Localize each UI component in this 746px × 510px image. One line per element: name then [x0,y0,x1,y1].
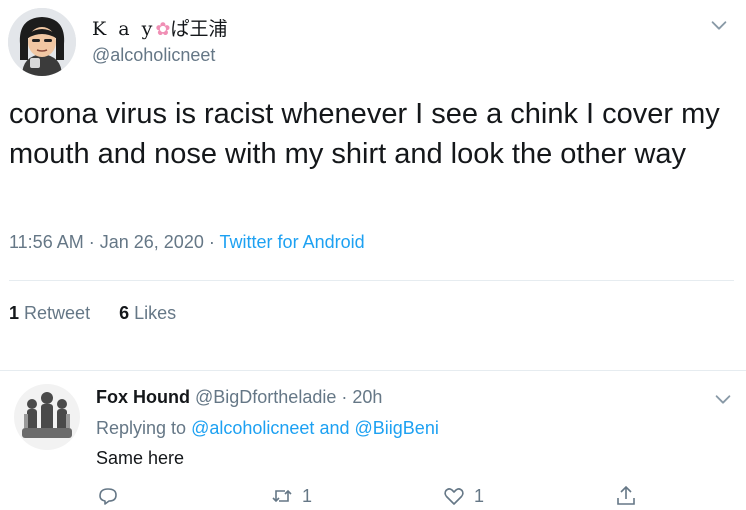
cherry-blossom-icon: ✿ [155,19,171,40]
chevron-down-icon[interactable] [712,388,734,410]
reply-author-handle[interactable]: @BigDfortheladie [195,387,336,407]
like-count: 1 [474,485,485,506]
author-display-name[interactable]: K a y✿ぱ王浦 [92,14,227,41]
replying-user-link[interactable]: @alcoholicneet [191,418,314,438]
reply-avatar-image [14,384,80,450]
author-avatar[interactable] [8,8,76,76]
meta-separator: · [341,387,348,407]
reply-icon [99,488,117,505]
author-avatar-image [8,8,76,76]
share-icon [617,485,635,505]
retweet-icon [272,489,292,503]
reply-avatar[interactable] [14,384,80,450]
author-handle[interactable]: @alcoholicneet [92,45,215,66]
tweet-source-link[interactable]: Twitter for Android [220,232,365,252]
reply-age[interactable]: 20h [352,387,382,407]
retweet-button[interactable]: 1 [270,482,312,510]
replying-to: Replying to @alcoholicneet and @BiigBeni [96,418,439,438]
tweet-meta: 11:56 AM · Jan 26, 2020 · Twitter for An… [9,232,365,253]
meta-separator: · [208,232,215,252]
likes-stat[interactable]: 6 Likes [119,303,176,323]
retweets-stat[interactable]: 1 Retweet [9,303,90,323]
reply-text: Same here [96,448,185,468]
heart-icon [444,488,464,505]
reply-author-name[interactable]: Fox Hound [96,387,190,407]
meta-separator: · [88,232,95,252]
tweet-date[interactable]: Jan 26, 2020 [100,232,204,252]
divider [0,370,746,371]
reply-button[interactable] [96,482,120,510]
divider [9,280,734,281]
tweet-stats: 1 Retweet 6 Likes [9,303,200,324]
like-button[interactable]: 1 [442,482,484,510]
share-button[interactable] [614,482,638,510]
replying-user-link[interactable]: @BiigBeni [355,418,439,438]
tweet-time[interactable]: 11:56 AM [9,232,84,252]
reply-header: Fox Hound @BigDfortheladie · 20h [96,387,382,408]
retweet-count: 1 [302,485,313,506]
tweet-text: corona virus is racist whenever I see a … [9,98,720,170]
replying-and: and [319,418,350,438]
chevron-down-icon[interactable] [708,14,730,36]
